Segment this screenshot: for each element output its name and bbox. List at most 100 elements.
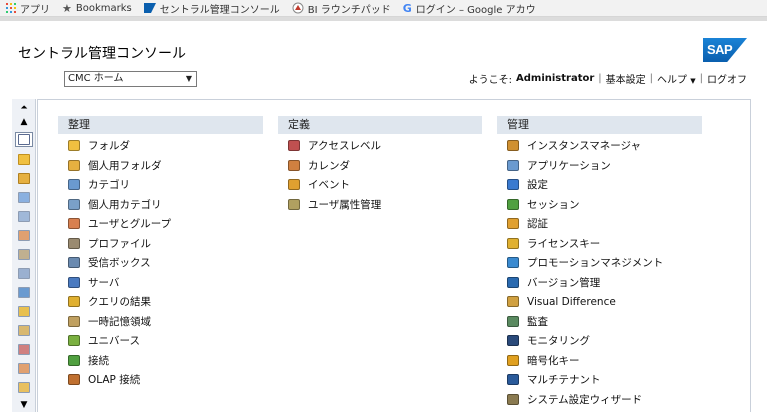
list-item[interactable]: 接続 [58,351,263,371]
column-define: 定義 アクセスレベル カレンダ イベント ユーザ属性管理 [278,116,482,214]
nav-personal-folders-button[interactable] [15,171,33,186]
user-bar: ようこそ: Administrator | 基本設定 | ヘルプ ▼ | ログオ… [469,71,747,86]
list-item[interactable]: マルチテナント [497,370,702,390]
sessions-icon [507,198,519,210]
list-item[interactable]: イベント [278,175,482,195]
list-item[interactable]: ユーザ属性管理 [278,195,482,215]
bookmark-label: BI ラウンチパッド [307,4,391,16]
settings-icon [507,179,519,191]
list-item-label: フォルダ [88,140,130,153]
page-title: セントラル管理コンソール [18,46,186,62]
scroll-top-button[interactable]: ⏶ [15,101,33,116]
chevron-down-icon: ▼ [185,74,192,83]
nav-folders-button[interactable] [15,152,33,167]
calendars-icon [18,363,30,374]
list-item[interactable]: プロモーションマネジメント [497,253,702,273]
list-item[interactable]: 設定 [497,175,702,195]
nav-query-results-button[interactable] [15,304,33,319]
list-item[interactable]: 一時記憶領域 [58,312,263,332]
bookmark-bi-launchpad[interactable]: BI ラウンチパッド [292,1,391,16]
multitenancy-icon [507,374,519,386]
bookmark-apps[interactable]: アプリ [6,1,50,16]
list-item[interactable]: ライセンスキー [497,234,702,254]
nav-profiles-button[interactable] [15,247,33,262]
authentication-icon [507,218,519,230]
list-item[interactable]: フォルダ [58,136,263,156]
google-icon: G [402,1,412,15]
nav-categories-button[interactable] [15,190,33,205]
bookmark-google-login[interactable]: G ログイン – Google アカウ [403,1,536,16]
list-item-label: クエリの結果 [88,296,151,309]
list-item[interactable]: プロファイル [58,234,263,254]
list-item[interactable]: 暗号化キー [497,351,702,371]
bookmarks-bar: アプリ ★ Bookmarks セントラル管理コンソール BI ラウンチパッド … [0,0,767,17]
user-name: Administrator [516,73,595,84]
list-item[interactable]: サーバ [58,273,263,293]
list-item-label: 暗号化キー [527,354,580,367]
folder-icon [18,154,30,165]
list-item-label: バージョン管理 [527,276,601,289]
users-groups-icon [68,218,80,230]
access-levels-icon [288,140,300,152]
list-item[interactable]: 監査 [497,312,702,332]
personal-categories-icon [18,211,30,222]
list-item[interactable]: モニタリング [497,331,702,351]
list-item[interactable]: 認証 [497,214,702,234]
bookmark-label: ログイン – Google アカウ [415,4,536,16]
list-item[interactable]: Visual Difference [497,292,702,312]
list-item[interactable]: 個人用フォルダ [58,156,263,176]
list-item[interactable]: アクセスレベル [278,136,482,156]
list-item[interactable]: カテゴリ [58,175,263,195]
list-item[interactable]: 個人用カテゴリ [58,195,263,215]
list-item[interactable]: バージョン管理 [497,273,702,293]
list-item-label: イベント [308,179,350,192]
inbox-icon [68,257,80,269]
nav-temporary-storage-button[interactable] [15,323,33,338]
column-heading: 整理 [58,116,263,134]
query-results-icon [18,306,30,317]
nav-servers-button[interactable] [15,285,33,300]
access-levels-icon [18,344,30,355]
list-item[interactable]: クエリの結果 [58,292,263,312]
version-management-icon [507,276,519,288]
bi-launchpad-icon [292,2,304,14]
scroll-up-button[interactable]: ▲ [15,115,33,130]
logoff-link[interactable]: ログオフ [707,71,747,86]
list-item[interactable]: システム設定ウィザード [497,390,702,410]
bookmark-bookmarks[interactable]: ★ Bookmarks [62,3,132,14]
list-item-label: 監査 [527,315,548,328]
categories-icon [68,179,80,191]
list-item[interactable]: カレンダ [278,156,482,176]
temporary-storage-icon [18,325,30,336]
list-item[interactable]: 受信ボックス [58,253,263,273]
nav-events-button[interactable] [15,380,33,395]
list-item[interactable]: ユニバース [58,331,263,351]
list-item-label: セッション [527,198,580,211]
bookmark-cmc[interactable]: セントラル管理コンソール [143,1,280,16]
promotion-management-icon [507,257,519,269]
arrow-top-icon: ⏶ [20,103,28,113]
list-item[interactable]: OLAP 接続 [58,370,263,390]
nav-home-button[interactable] [15,132,33,147]
sap-favicon [143,3,156,13]
query-results-icon [68,296,80,308]
nav-calendars-button[interactable] [15,361,33,376]
help-menu[interactable]: ヘルプ ▼ [657,71,696,86]
preferences-link[interactable]: 基本設定 [606,71,646,86]
nav-access-levels-button[interactable] [15,342,33,357]
nav-inbox-button[interactable] [15,266,33,281]
universes-icon [68,335,80,347]
calendars-icon [288,159,300,171]
arrow-down-icon: ▼ [20,400,28,410]
list-item[interactable]: アプリケーション [497,156,702,176]
list-item[interactable]: セッション [497,195,702,215]
view-select[interactable]: CMC ホーム ▼ [64,71,197,87]
list-item-label: 受信ボックス [88,257,151,270]
scroll-down-button[interactable]: ▼ [15,398,33,412]
list-item[interactable]: インスタンスマネージャ [497,136,702,156]
olap-connections-icon [68,374,80,386]
list-item[interactable]: ユーザとグループ [58,214,263,234]
auditing-icon [507,315,519,327]
nav-personal-categories-button[interactable] [15,209,33,224]
nav-users-groups-button[interactable] [15,228,33,243]
